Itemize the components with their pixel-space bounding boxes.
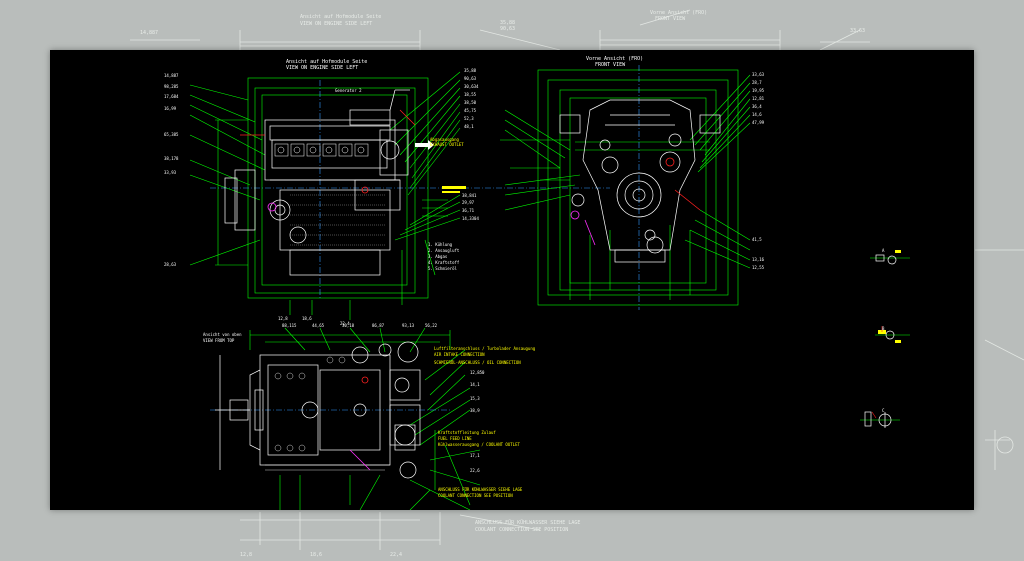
exhaust-label-en: EXHAUST OUTLET [430, 142, 464, 147]
svg-text:33,63: 33,63 [850, 28, 865, 34]
top-view-subtitle: VIEW FROM TOP [203, 338, 235, 343]
svg-text:VIEW ON ENGINE SIDE LEFT: VIEW ON ENGINE SIDE LEFT [300, 21, 372, 27]
svg-text:FRONT VIEW: FRONT VIEW [655, 16, 686, 22]
svg-text:18,6: 18,6 [310, 552, 322, 558]
callout-list-item: 2. Ansaugluft [428, 248, 460, 253]
callout-list-item: 1. Kühlung [428, 242, 453, 247]
svg-text:ANSCHLUSS FÜR KÜHLWASSER SIEHE: ANSCHLUSS FÜR KÜHLWASSER SIEHE LAGE [475, 519, 580, 526]
side-view-subtitle: VIEW ON ENGINE SIDE LEFT [286, 65, 359, 71]
top-dim: 44,65 [312, 323, 325, 328]
top-note: Luftfilteranschluss / Turbolader Ansaugu… [434, 346, 536, 351]
side-dim-left: 98,285 [164, 84, 179, 89]
side-dim-left: 16,99 [164, 106, 177, 111]
front-dim-right: 28,7 [752, 80, 762, 85]
svg-text:90,63: 90,63 [500, 26, 515, 32]
side-view-engine [189, 71, 610, 320]
top-dim-right: 22,6 [470, 468, 480, 473]
top-note: ANSCHLUSS FÜR KÜHLWASSER SIEHE LAGE [438, 487, 523, 492]
detail-label: C [882, 408, 885, 413]
top-dim-right: 12,850 [470, 370, 485, 375]
svg-text:Ansicht auf Hofmodule Seite: Ansicht auf Hofmodule Seite [300, 14, 381, 20]
side-dim-right: 48,1 [464, 124, 474, 129]
side-dim-lower-right: 14,3304 [462, 216, 479, 221]
side-dim-left: 28,63 [164, 262, 177, 267]
detail-label: A [882, 248, 885, 253]
detail-symbols [860, 250, 910, 428]
svg-text:12,8: 12,8 [240, 552, 252, 558]
cad-drawing-sheet[interactable]: Ansicht auf Hofmodule Seite VIEW ON ENGI… [50, 50, 974, 510]
top-note: FUEL FEED LINE [438, 436, 472, 441]
top-note: COOLANT CONNECTION SEE POSITION [438, 493, 513, 498]
side-dim-lower-right: 36,71 [462, 208, 475, 213]
svg-text:COOLANT CONNECTION SEE POSITIO: COOLANT CONNECTION SEE POSITION [475, 527, 568, 533]
top-dim-right: 17,1 [470, 453, 480, 458]
side-dim-right: 52,3 [464, 116, 474, 121]
side-dim-bottom: 18,6 [302, 316, 312, 321]
side-dim-left: 14,887 [164, 73, 179, 78]
cad-drawing-canvas [189, 65, 910, 510]
side-dim-left: 65,385 [164, 132, 179, 137]
front-dim-right: 12,55 [752, 265, 765, 270]
side-dim-right: 38,50 [464, 100, 477, 105]
top-note: Kraftstoffleitung Zulauf [438, 430, 496, 435]
top-note: AIR INTAKE CONNECTION [434, 352, 485, 357]
detail-label: B [882, 326, 885, 331]
side-dim-left: 38,178 [164, 156, 179, 161]
top-note: SCHMIERÖL-ANSCHLUSS / OIL CONNECTION [434, 360, 521, 365]
callout-list-item: 3. Abgas [428, 254, 448, 259]
top-note: Kühlwasserausgang / COOLANT OUTLET [438, 442, 520, 447]
front-dim-right: 13,16 [752, 257, 765, 262]
top-view-title: Ansicht von oben [203, 332, 242, 337]
side-dim-bottom: 12,8 [278, 316, 288, 321]
front-dim-right: 19,95 [752, 88, 765, 93]
top-dim: 93,13 [402, 323, 415, 328]
front-dim-right: 47,99 [752, 120, 765, 125]
top-dim-right: 14,1 [470, 382, 480, 387]
front-dim-right: 41,5 [752, 237, 762, 242]
side-dim-left: 33,93 [164, 170, 177, 175]
top-dim: 56,22 [425, 323, 438, 328]
top-dim: 86,87 [372, 323, 385, 328]
top-dim-right: 38,9 [470, 408, 480, 413]
top-dim: 30,18 [342, 323, 355, 328]
top-dim: 88,115 [282, 323, 297, 328]
side-dim-right: 35,88 [464, 68, 477, 73]
front-dim-right: 12,81 [752, 96, 765, 101]
center-note: Generator 2 [335, 88, 362, 93]
front-dim-right: 36,4 [752, 104, 762, 109]
top-dim-right: 15,3 [470, 396, 480, 401]
side-dim-right: 30,634 [464, 84, 479, 89]
side-dim-lower-right: 38,841 [462, 193, 477, 198]
front-view-subtitle: FRONT VIEW [595, 62, 626, 68]
side-dim-right: 45,75 [464, 108, 477, 113]
front-dim-right: 14,6 [752, 112, 762, 117]
side-dim-left: 17,684 [164, 94, 179, 99]
side-dim-right: 18,55 [464, 92, 477, 97]
side-dim-right: 90,63 [464, 76, 477, 81]
front-view-engine [500, 65, 751, 310]
front-dim-right: 33,63 [752, 72, 765, 77]
callout-list-item: 5. Schmieröl [428, 266, 457, 271]
svg-text:22,4: 22,4 [390, 552, 402, 558]
callout-list-item: 4. Kraftstoff [428, 260, 460, 265]
side-dim-lower-right: 29,97 [462, 200, 475, 205]
svg-text:14,887: 14,887 [140, 30, 158, 36]
